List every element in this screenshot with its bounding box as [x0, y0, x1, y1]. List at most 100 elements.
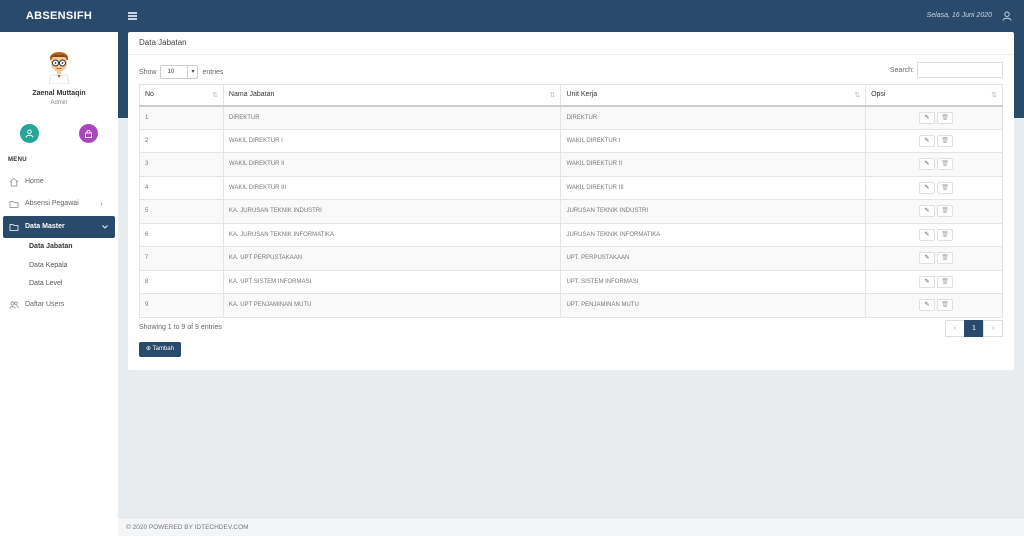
delete-button[interactable]: 🗑: [937, 181, 954, 194]
trash-icon: 🗑: [941, 208, 949, 215]
table-row: 8 KA. UPT SISTEM INFORMASI UPT. SISTEM INF…: [139, 269, 1003, 294]
pencil-icon: ✎: [924, 255, 930, 262]
entries-label: entries: [202, 68, 224, 76]
cell-unit-kerja: WAKIL DIREKTUR III: [560, 175, 867, 200]
search-input[interactable]: [917, 62, 1003, 78]
table-row: 1 DIREKTUR DIREKTUR ✎ 🗑: [139, 105, 1003, 130]
delete-button[interactable]: 🗑: [937, 252, 954, 265]
lock-icon: [85, 130, 92, 138]
cell-opsi: ✎ 🗑: [865, 269, 1003, 294]
pagination-page[interactable]: 1: [964, 320, 984, 337]
sidebar-item-label: Absensi Pegawai: [25, 200, 79, 207]
cell-opsi: ✎ 🗑: [865, 246, 1003, 271]
table-row: 5 KA. JURUSAN TEKNIK INDUSTRI JURUSAN TEKN…: [139, 199, 1003, 224]
cell-opsi: ✎ 🗑: [865, 105, 1003, 130]
sort-icon: ⇅: [854, 92, 861, 99]
column-header-unit-kerja[interactable]: Unit Kerja ⇅: [560, 84, 867, 107]
home-icon: [9, 177, 19, 187]
cell-nama-jabatan: KA. UPT PERPUSTAKAAN: [222, 246, 562, 271]
trash-icon: 🗑: [941, 184, 949, 191]
user-icon[interactable]: [1002, 11, 1012, 21]
column-header-no[interactable]: No ⇅: [139, 84, 224, 107]
cell-no: 1: [139, 105, 224, 130]
search-control: Search:: [890, 62, 1003, 79]
table-row: 7 KA. UPT PERPUSTAKAAN UPT. PERPUSTAKAAN ✎ 🗑: [139, 246, 1003, 271]
delete-button[interactable]: 🗑: [937, 134, 954, 147]
pencil-icon: ✎: [924, 231, 930, 238]
sidebar-item-label: Daftar Users: [25, 301, 65, 308]
avatar: [48, 52, 70, 84]
divider: [128, 54, 1014, 55]
sidebar-item-daftar-users[interactable]: Daftar Users: [0, 295, 118, 315]
table-row: 6 KA. JURUSAN TEKNIK INFORMATIKA JURUSAN T…: [139, 222, 1003, 247]
user-icon: [25, 129, 34, 138]
folder-icon: [9, 201, 19, 208]
cell-opsi: ✎ 🗑: [865, 222, 1003, 247]
cell-unit-kerja: DIREKTUR: [560, 105, 867, 130]
sidebar-item-label: Home: [25, 178, 44, 185]
cell-nama-jabatan: WAKIL DIREKTUR II: [222, 152, 562, 177]
cell-opsi: ✎ 🗑: [865, 152, 1003, 177]
data-table: No ⇅ Nama Jabatan ⇅ Unit Kerja ⇅ Opsi ⇅ 1 DIR…: [139, 84, 1003, 318]
delete-button[interactable]: 🗑: [937, 299, 954, 312]
hamburger-menu-icon[interactable]: [128, 12, 137, 20]
pencil-icon: ✎: [924, 184, 930, 191]
table-row: 2 WAKIL DIREKTUR I WAKIL DIREKTUR I ✎ 🗑: [139, 128, 1003, 153]
pagination-next[interactable]: ›: [983, 320, 1003, 337]
cell-nama-jabatan: WAKIL DIREKTUR I: [222, 128, 562, 153]
delete-button[interactable]: 🗑: [937, 275, 954, 288]
sidebar-subitem-data-kepala[interactable]: Data Kepala: [29, 262, 68, 269]
edit-button[interactable]: ✎: [919, 252, 936, 265]
column-label: Nama Jabatan: [228, 91, 275, 99]
edit-button[interactable]: ✎: [919, 275, 936, 288]
edit-button[interactable]: ✎: [919, 181, 936, 194]
chevron-down-icon: ▾: [187, 66, 197, 78]
delete-button[interactable]: 🗑: [937, 111, 954, 124]
cell-nama-jabatan: KA. JURUSAN TEKNIK INFORMATIKA: [222, 222, 562, 247]
cell-nama-jabatan: WAKIL DIREKTUR III: [222, 175, 562, 200]
users-icon: [9, 301, 19, 309]
edit-button[interactable]: ✎: [919, 158, 936, 171]
trash-icon: 🗑: [941, 278, 949, 285]
column-header-opsi[interactable]: Opsi ⇅: [865, 84, 1003, 107]
delete-button[interactable]: 🗑: [937, 228, 954, 241]
delete-button[interactable]: 🗑: [937, 205, 954, 218]
trash-icon: 🗑: [941, 161, 949, 168]
edit-button[interactable]: ✎: [919, 228, 936, 241]
plus-icon: ⊕: [146, 346, 152, 352]
edit-button[interactable]: ✎: [919, 205, 936, 218]
add-button[interactable]: ⊕ Tambah: [139, 342, 181, 357]
cell-unit-kerja: JURUSAN TEKNIK INFORMATIKA: [560, 222, 867, 247]
current-date: Selasa, 16 Juni 2020: [926, 12, 992, 19]
sort-icon: ⇅: [549, 92, 556, 99]
edit-button[interactable]: ✎: [919, 299, 936, 312]
edit-button[interactable]: ✎: [919, 134, 936, 147]
cell-opsi: ✎ 🗑: [865, 128, 1003, 153]
sidebar-subitem-data-jabatan[interactable]: Data Jabatan: [29, 243, 73, 250]
cell-opsi: ✎ 🗑: [865, 175, 1003, 200]
app-brand[interactable]: ABSENSIFH: [0, 0, 118, 32]
sidebar-item-home[interactable]: Home: [0, 172, 118, 192]
profile-button[interactable]: [20, 124, 39, 143]
logout-button[interactable]: [79, 124, 98, 143]
trash-icon: 🗑: [941, 302, 949, 309]
pencil-icon: ✎: [924, 208, 930, 215]
cell-unit-kerja: WAKIL DIREKTUR I: [560, 128, 867, 153]
sidebar-subitem-data-level[interactable]: Data Level: [29, 280, 62, 287]
edit-button[interactable]: ✎: [919, 111, 936, 124]
column-header-nama-jabatan[interactable]: Nama Jabatan ⇅: [222, 84, 562, 107]
cell-unit-kerja: UPT. PERPUSTAKAAN: [560, 246, 867, 271]
search-label: Search:: [889, 66, 914, 74]
cell-no: 7: [139, 246, 224, 271]
sidebar-item-data-master[interactable]: Data Master: [3, 216, 115, 238]
user-name: Zaenal Muttaqin: [32, 90, 86, 97]
delete-button[interactable]: 🗑: [937, 158, 954, 171]
pagination-prev[interactable]: ‹: [945, 320, 965, 337]
folder-icon: [9, 224, 19, 231]
entries-select[interactable]: 10 ▾: [160, 65, 199, 79]
sidebar-item-absensi-pegawai[interactable]: Absensi Pegawai ›: [0, 194, 118, 214]
cell-nama-jabatan: DIREKTUR: [222, 105, 562, 130]
column-label: Opsi: [871, 91, 886, 99]
add-button-label: Tambah: [152, 346, 174, 352]
column-label: Unit Kerja: [566, 91, 598, 99]
